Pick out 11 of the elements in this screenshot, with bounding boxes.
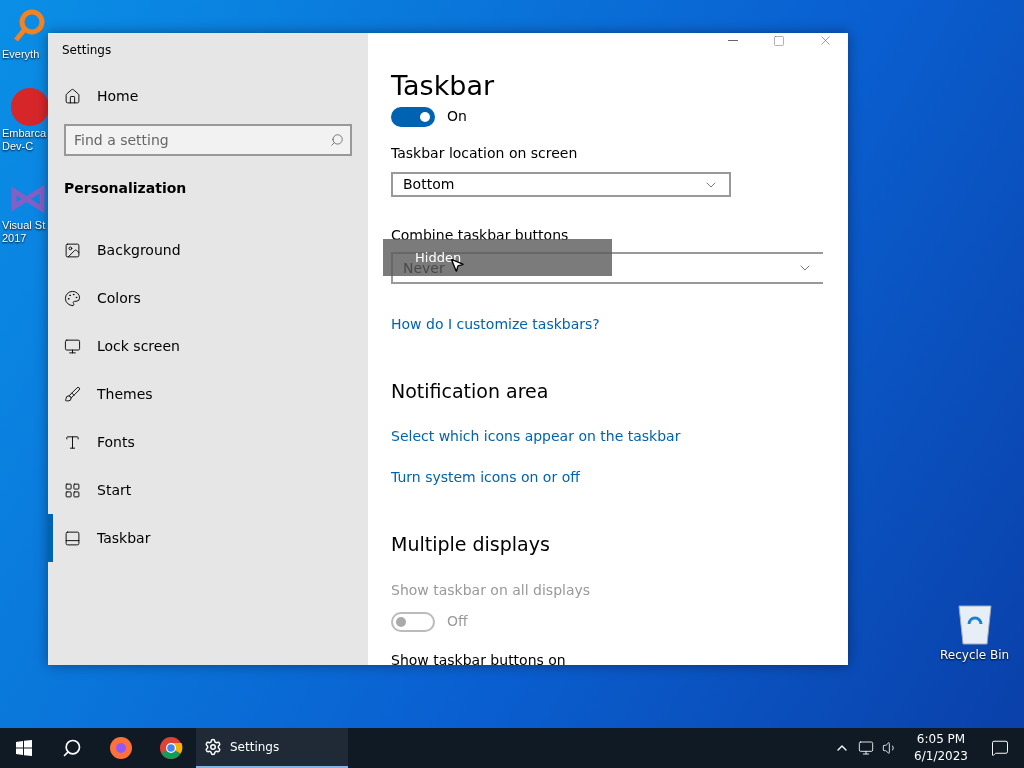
section-heading: Personalization	[63, 179, 188, 198]
section-heading: Notification area	[391, 379, 550, 404]
field-label: Show taskbar buttons on	[391, 651, 567, 665]
field-label: Taskbar location on screen	[391, 144, 579, 163]
page-title: Taskbar	[391, 69, 496, 103]
toggle-state: On	[447, 107, 467, 126]
toggle-state: Off	[447, 612, 468, 631]
section-heading: Multiple displays	[391, 531, 551, 557]
window-title: Settings	[62, 41, 112, 59]
field-label: Combine taskbar buttons	[391, 226, 570, 245]
field-label: Show taskbar on all displays	[391, 581, 592, 600]
